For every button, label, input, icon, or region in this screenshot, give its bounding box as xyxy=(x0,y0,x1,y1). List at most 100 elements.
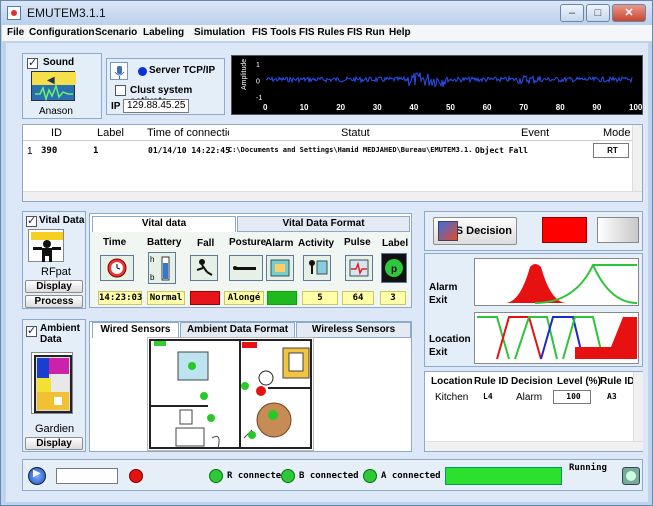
fis-col-level: Level (%) xyxy=(557,376,601,387)
menu-labeling[interactable]: Labeling xyxy=(143,27,184,38)
waveform-plot: Amplitude 1 0 -1 0 10 20 30 40 50 60 70 80 90 100 xyxy=(231,55,643,115)
fis-decision-button[interactable]: FIS Decision xyxy=(433,217,517,245)
sound-device-icon: ◀ xyxy=(31,71,76,102)
waveform-xtick: 50 xyxy=(446,103,455,112)
menu-scenario[interactable]: Scenario xyxy=(95,27,137,38)
col-event: Event xyxy=(521,127,550,139)
alarm-membership-plot xyxy=(474,258,639,306)
maximize-button[interactable]: □ xyxy=(586,4,610,22)
b-connected-led xyxy=(281,469,295,483)
waveform-xtick: 100 xyxy=(629,103,642,112)
sound-checkbox[interactable] xyxy=(27,56,38,69)
client-area: Sound ◀ Anason Server TCP/IP Clust syste… xyxy=(6,43,648,502)
recording-led xyxy=(129,469,143,483)
waveform-ytick: -1 xyxy=(256,95,262,102)
vital-panel: Vital Data RFpat Display Process xyxy=(22,211,86,309)
waveform-xtick: 20 xyxy=(336,103,345,112)
vital-col-fall: Fall xyxy=(197,238,215,249)
tab-wired-sensors[interactable]: Wired Sensors xyxy=(92,322,179,338)
tab-wireless-sensors[interactable]: Wireless Sensors xyxy=(296,322,411,338)
menu-fis-run[interactable]: FIS Run xyxy=(347,27,385,38)
menu-fis-tools[interactable]: FIS Tools xyxy=(252,27,296,38)
vital-grid: Time Battery Fall Posture Alarm Activity… xyxy=(90,232,411,307)
decision-indicator xyxy=(542,217,587,243)
stop-button[interactable] xyxy=(622,467,640,485)
minimize-button[interactable]: – xyxy=(560,4,584,22)
gardien-device-icon xyxy=(31,352,73,414)
tab-vital-format[interactable]: Vital Data Format xyxy=(237,216,410,232)
col-statut: Statut xyxy=(341,127,370,139)
vital-checkbox[interactable] xyxy=(26,214,37,227)
rfpat-label: RFpat xyxy=(41,266,71,278)
fis-vscroll[interactable] xyxy=(633,372,643,441)
status-bar: ▶ R connected B connected A connected Ru… xyxy=(22,459,643,491)
menu-simulation[interactable]: Simulation xyxy=(194,27,245,38)
menu-file[interactable]: File xyxy=(7,27,24,38)
server-label: Server TCP/IP xyxy=(149,65,216,76)
fis-decision-panel: FIS Decision xyxy=(424,211,643,251)
vital-col-alarm: Alarm xyxy=(265,238,294,249)
title-bar: EMUTEM3.1.1 – □ ✕ xyxy=(1,1,652,25)
svg-text:h: h xyxy=(150,255,154,264)
table-row[interactable]: Kitchen L4 Alarm 100 A3 xyxy=(425,389,633,405)
ambient-checkbox[interactable] xyxy=(26,324,37,337)
vital-col-label: Label xyxy=(382,238,409,249)
app-window: EMUTEM3.1.1 – □ ✕ File Configuration Sce… xyxy=(0,0,653,506)
waveform-ytick: 0 xyxy=(256,79,260,86)
clust-checkbox[interactable] xyxy=(115,85,126,96)
svg-text:p: p xyxy=(391,264,397,275)
level-field[interactable]: 100 xyxy=(553,390,591,404)
sound-label: Sound xyxy=(43,57,75,68)
status-input[interactable] xyxy=(56,468,118,484)
label-value: 3 xyxy=(380,291,406,305)
ambient-display-button[interactable]: Display xyxy=(25,437,83,450)
fis-col-rule-id: Rule ID xyxy=(474,376,509,387)
events-hscroll[interactable] xyxy=(23,191,642,201)
close-button[interactable]: ✕ xyxy=(612,4,646,22)
ambient-label: Ambient Data xyxy=(40,323,80,345)
stop-icon xyxy=(626,471,636,481)
battery-value: Normal xyxy=(147,291,185,305)
pulse-icon xyxy=(345,255,373,281)
events-header: ID Label Time of connectior Statut Event… xyxy=(23,125,632,141)
decision-secondary-indicator xyxy=(597,217,639,243)
tab-ambient-format[interactable]: Ambient Data Format xyxy=(180,322,295,338)
app-icon xyxy=(7,6,21,20)
ip-field[interactable]: 129.88.45.25 xyxy=(123,99,189,113)
fis-results-table: Location Rule ID Decision Level (%) Rule… xyxy=(424,371,643,452)
fis-col-decision: Decision xyxy=(511,376,553,387)
vital-col-battery: Battery xyxy=(147,237,182,248)
vital-data-view: Vital data Vital Data Format Time Batter… xyxy=(89,213,412,308)
ip-label: IP xyxy=(111,101,121,112)
alarm-exit-label: Alarm Exit xyxy=(429,282,458,306)
window-title: EMUTEM3.1.1 xyxy=(27,6,106,20)
a-connected-led xyxy=(363,469,377,483)
vital-display-button[interactable]: Display xyxy=(25,280,83,293)
table-row[interactable]: 1 390 1 01/14/10 14:22:45 C:\Documents a… xyxy=(23,143,632,159)
fis-icon xyxy=(438,221,458,241)
col-time: Time of connectior xyxy=(147,127,229,139)
waveform-ytick: 1 xyxy=(256,62,260,69)
events-vscroll[interactable] xyxy=(632,125,642,191)
vital-label: Vital Data xyxy=(39,215,85,226)
posture-icon xyxy=(229,255,263,281)
vital-col-time: Time xyxy=(103,237,127,248)
menu-fis-rules[interactable]: FIS Rules xyxy=(299,27,345,38)
waveform-xtick: 60 xyxy=(483,103,492,112)
menu-configuration[interactable]: Configuration xyxy=(29,27,95,38)
b-connected-label: B connected xyxy=(299,471,359,481)
mode-field[interactable]: RT xyxy=(593,143,629,158)
tab-vital-data[interactable]: Vital data xyxy=(92,216,236,232)
location-membership-plot xyxy=(474,312,639,364)
menu-help[interactable]: Help xyxy=(389,27,411,38)
rfpat-device-icon xyxy=(28,229,64,262)
location-exit-label: Location Exit xyxy=(429,334,471,358)
vital-process-button[interactable]: Process xyxy=(25,295,83,308)
alarm-icon xyxy=(266,255,294,281)
fis-hscroll[interactable] xyxy=(425,441,643,451)
waveform-ylabel: Amplitude xyxy=(241,59,248,90)
ambient-view: Wired Sensors Ambient Data Format Wirele… xyxy=(89,321,412,452)
fall-indicator xyxy=(190,291,220,305)
battery-icon: hb xyxy=(148,252,176,284)
pulse-value: 64 xyxy=(342,291,374,305)
